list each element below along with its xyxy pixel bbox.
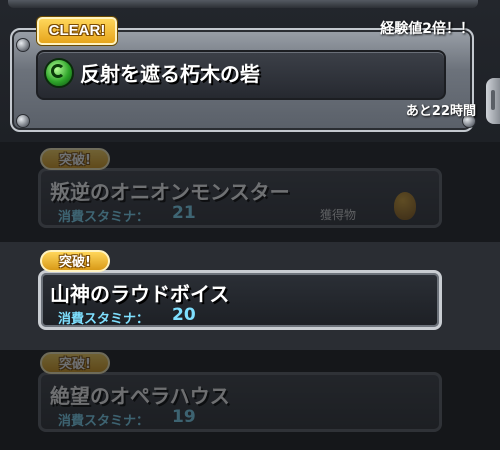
stamina-label: 消費スタミナ： [58, 312, 150, 327]
featured-quest-title: 反射を遮る朽木の砦 [80, 62, 260, 86]
time-remaining: あと22時間 [405, 104, 476, 119]
breakthrough-badge: 突破! [40, 352, 110, 374]
breakthrough-badge: 突破! [40, 250, 110, 272]
drop-label: 獲得物 [320, 208, 357, 222]
breakthrough-badge: 突破! [40, 148, 110, 170]
wood-element-orb-icon [44, 58, 74, 88]
stamina-label: 消費スタミナ： [58, 414, 150, 429]
quest-title: 叛逆のオニオンモンスター [50, 180, 290, 204]
exp-bonus-label: 経験値2倍！！ [380, 21, 474, 37]
stamina-value: 19 [172, 407, 196, 427]
element-symbol-icon [51, 64, 65, 78]
rivet-icon [16, 114, 30, 128]
scroll-handle[interactable] [486, 78, 500, 124]
clear-badge: CLEAR! [37, 17, 117, 45]
stamina-label: 消費スタミナ： [58, 210, 150, 225]
quest-item-selected[interactable]: 突破! 山神のラウドボイス 消費スタミナ： 20 [38, 250, 446, 330]
quest-item[interactable]: 突破! 叛逆のオニオンモンスター 消費スタミナ： 21 獲得物 [38, 148, 446, 228]
egg-icon [394, 192, 416, 220]
top-frame-edge [8, 0, 478, 8]
rivet-icon [16, 38, 30, 52]
quest-title: 絶望のオペラハウス [50, 384, 230, 408]
quest-item[interactable]: 突破! 絶望のオペラハウス 消費スタミナ： 19 [38, 352, 446, 432]
stamina-value: 20 [172, 305, 196, 325]
quest-title: 山神のラウドボイス [50, 282, 230, 306]
stamina-value: 21 [172, 203, 196, 223]
